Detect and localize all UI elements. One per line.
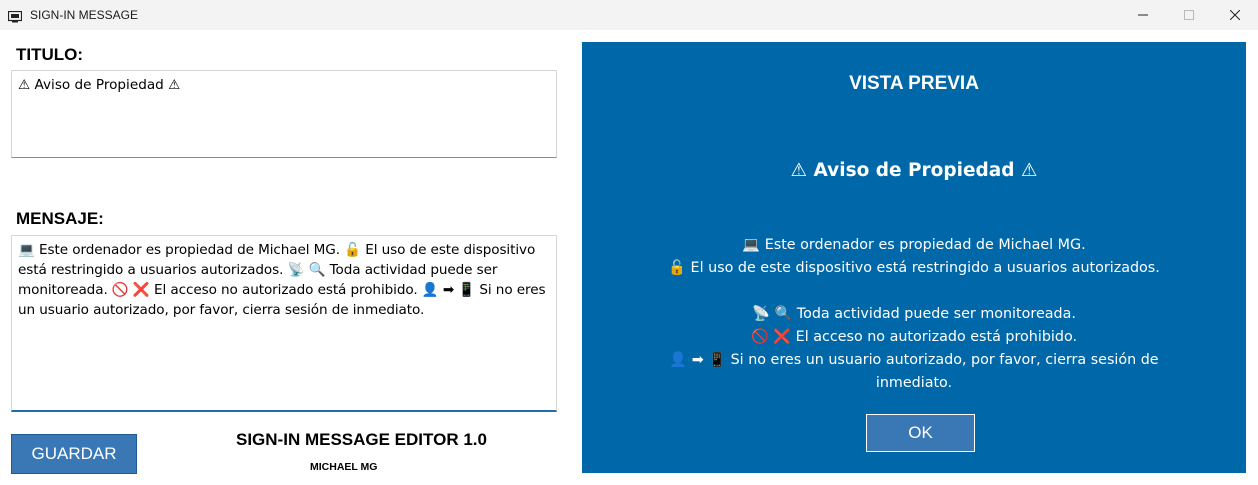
ok-button[interactable]: OK — [866, 414, 975, 452]
close-icon — [1230, 10, 1240, 20]
message-input[interactable]: 💻 Este ordenador es propiedad de Michael… — [11, 235, 557, 412]
window-title: SIGN-IN MESSAGE — [30, 8, 139, 22]
author-name: MICHAEL MG — [310, 461, 378, 473]
message-input-value: 💻 Este ordenador es propiedad de Michael… — [18, 242, 550, 318]
app-name: SIGN-IN MESSAGE EDITOR 1.0 — [236, 430, 487, 449]
minimize-icon — [1138, 14, 1148, 16]
save-button[interactable]: GUARDAR — [11, 434, 137, 474]
minimize-button[interactable] — [1120, 0, 1166, 30]
preview-heading: VISTA PREVIA — [849, 73, 979, 94]
title-label: TITULO: — [16, 45, 84, 64]
preview-title: ⚠ Aviso de Propiedad ⚠ — [790, 160, 1038, 181]
close-button[interactable] — [1212, 0, 1258, 30]
maximize-button[interactable] — [1166, 0, 1212, 30]
maximize-icon — [1184, 10, 1194, 20]
monitor-icon — [7, 8, 23, 23]
title-input-value: ⚠ Aviso de Propiedad ⚠ — [18, 77, 181, 93]
message-label: MENSAJE: — [16, 209, 104, 228]
title-input[interactable]: ⚠ Aviso de Propiedad ⚠ — [11, 70, 557, 158]
title-bar: SIGN-IN MESSAGE — [0, 0, 1258, 30]
preview-panel: VISTA PREVIA ⚠ Aviso de Propiedad ⚠ 💻 Es… — [582, 42, 1246, 473]
preview-message: 💻 Este ordenador es propiedad de Michael… — [668, 237, 1160, 391]
